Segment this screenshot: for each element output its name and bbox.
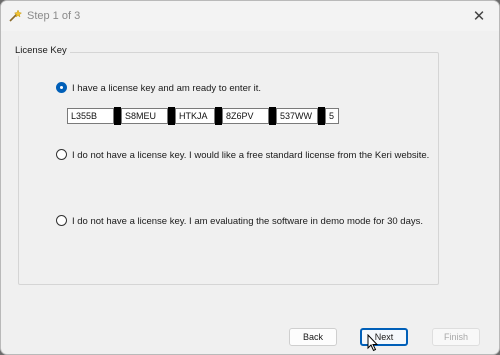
finish-button: Finish [432, 328, 480, 346]
radio-free-license[interactable] [56, 149, 67, 160]
key-separator [215, 107, 222, 125]
group-legend: License Key [12, 45, 70, 56]
key-separator [168, 107, 175, 125]
key-segment-3[interactable]: HTKJA [175, 108, 215, 124]
radio-have-key[interactable] [56, 82, 67, 93]
radio-demo-mode[interactable] [56, 215, 67, 226]
radio-have-key-label[interactable]: I have a license key and am ready to ent… [72, 83, 261, 94]
key-segment-6[interactable]: 5 [325, 108, 339, 124]
key-separator [318, 107, 325, 125]
close-icon: ✕ [472, 8, 486, 25]
radio-free-license-label[interactable]: I do not have a license key. I would lik… [72, 150, 429, 161]
mouse-pointer-icon [367, 334, 379, 352]
key-segment-2[interactable]: S8MEU [121, 108, 168, 124]
key-segment-5[interactable]: 537WW [276, 108, 318, 124]
window-title: Step 1 of 3 [27, 10, 81, 22]
key-separator [114, 107, 121, 125]
title-bar: Step 1 of 3 ✕ [1, 1, 499, 31]
key-separator [269, 107, 276, 125]
radio-demo-mode-label[interactable]: I do not have a license key. I am evalua… [72, 216, 423, 227]
wizard-window: Step 1 of 3 ✕ License Key I have a licen… [0, 0, 500, 355]
close-button[interactable]: ✕ [459, 1, 499, 31]
key-segment-4[interactable]: 8Z6PV [222, 108, 269, 124]
back-button[interactable]: Back [289, 328, 337, 346]
key-segment-1[interactable]: L355B [67, 108, 114, 124]
wizard-wand-icon [9, 9, 22, 22]
